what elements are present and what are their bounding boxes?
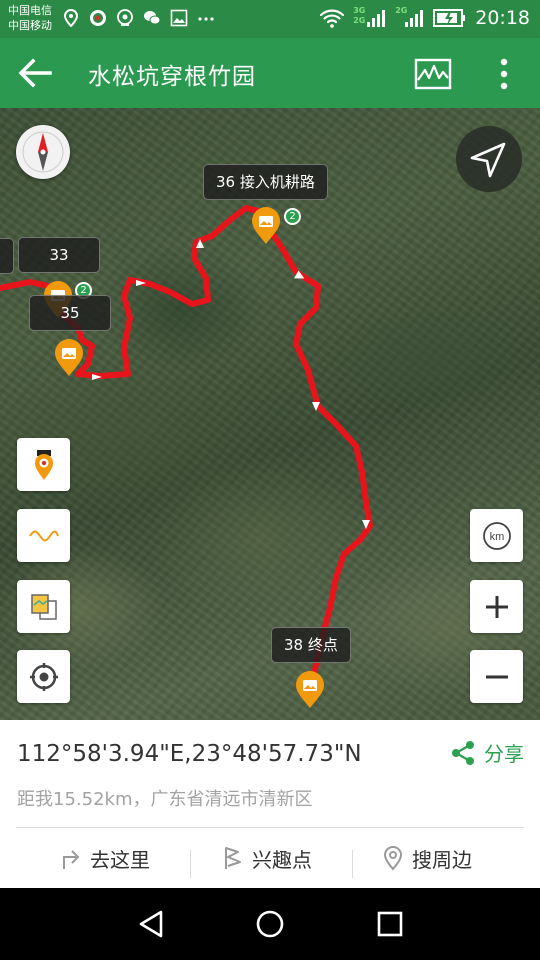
share-label: 分享 [484, 742, 524, 766]
waypoint-marker-button[interactable] [17, 438, 70, 491]
network-label-1b: 2G [353, 16, 366, 25]
carrier-2: 中国移动 [8, 19, 52, 32]
go-here-label: 去这里 [90, 847, 150, 872]
photo-marker-35[interactable] [53, 338, 85, 378]
eye-icon [117, 9, 133, 26]
locate-me-button[interactable] [456, 126, 522, 192]
search-nearby-button[interactable]: 搜周边 [382, 828, 472, 888]
satellite-map[interactable]: 2 2 33 35 36 接入机耕路 38 终点 km [0, 108, 540, 720]
notification-icons [62, 9, 215, 27]
search-nearby-label: 搜周边 [412, 847, 472, 872]
signal-3g-icon: 3G 2G [353, 6, 387, 30]
waypoint-label-35[interactable]: 35 [29, 295, 111, 331]
scale-unit-button[interactable]: km [470, 509, 523, 562]
clock: 20:18 [475, 7, 530, 29]
compass-button[interactable] [16, 125, 70, 179]
minus-icon [485, 675, 508, 678]
nav-back-icon[interactable] [131, 904, 171, 944]
status-bar: 中国电信 中国移动 3G 2G 2G 20:18 [0, 0, 540, 38]
image-icon [170, 9, 188, 27]
wave-line-icon [28, 530, 59, 541]
network-label-1: 3G [353, 6, 366, 15]
map-pin-icon [383, 846, 403, 871]
km-icon: km [482, 521, 511, 550]
waypoint-label-33[interactable]: 33 [18, 237, 100, 273]
navigation-arrow-icon [470, 142, 506, 178]
app-root: 中国电信 中国移动 3G 2G 2G 20:18 水松坑穿根竹园 2 2 33 … [0, 0, 540, 960]
go-here-button[interactable]: 去这里 [60, 828, 150, 888]
marker-pin-icon [34, 449, 53, 480]
coordinates-text: 112°58'3.94"E,23°48'57.73"N [17, 741, 362, 767]
elevation-chart-icon[interactable] [414, 58, 452, 90]
target-icon [29, 662, 58, 691]
location-icon [63, 9, 79, 27]
cluster-badge-2: 2 [284, 208, 301, 225]
photo-marker-36[interactable] [250, 206, 282, 246]
page-title: 水松坑穿根竹园 [88, 64, 256, 90]
action-bar: 去这里 兴趣点 搜周边 [0, 828, 540, 888]
wechat-icon [144, 11, 161, 25]
plus-icon [485, 595, 508, 618]
location-info-panel: 112°58'3.94"E,23°48'57.73"N 分享 距我15.52km… [0, 720, 540, 888]
action-separator [190, 850, 191, 878]
zoom-in-button[interactable] [470, 580, 523, 633]
back-arrow-icon[interactable] [14, 55, 54, 91]
signal-2g-icon: 2G [395, 6, 425, 30]
gps-track-button[interactable] [17, 650, 70, 703]
layers-icon [30, 593, 57, 620]
zoom-out-button[interactable] [470, 650, 523, 703]
poi-label: 兴趣点 [252, 847, 312, 872]
battery-icon [433, 9, 466, 27]
compass-icon [22, 131, 64, 173]
more-notifications-icon [198, 17, 214, 21]
more-menu-icon[interactable] [492, 56, 516, 92]
app-notification-icon [90, 10, 106, 26]
waypoint-label-offscreen [0, 238, 14, 274]
app-bar: 水松坑穿根竹园 [0, 38, 540, 108]
svg-text:km: km [489, 531, 504, 543]
system-indicators: 3G 2G 2G 20:18 [319, 6, 530, 30]
photo-marker-38[interactable] [294, 670, 326, 710]
poi-button[interactable]: 兴趣点 [222, 828, 312, 888]
track-style-button[interactable] [17, 509, 70, 562]
share-icon [452, 740, 474, 765]
waypoint-label-36[interactable]: 36 接入机耕路 [203, 164, 328, 200]
system-nav-bar [0, 888, 540, 960]
nav-recents-icon[interactable] [370, 904, 410, 944]
action-separator [352, 850, 353, 878]
carrier-names: 中国电信 中国移动 [8, 3, 52, 33]
share-button[interactable]: 分享 [450, 738, 524, 767]
distance-address-text: 距我15.52km，广东省清远市清新区 [17, 789, 313, 810]
turn-arrow-icon [63, 850, 80, 869]
nav-home-icon[interactable] [250, 904, 290, 944]
map-layers-button[interactable] [17, 580, 70, 633]
carrier-1: 中国电信 [8, 4, 52, 17]
waypoint-label-38[interactable]: 38 终点 [271, 627, 351, 663]
wifi-icon [320, 9, 345, 28]
poi-flag-icon [225, 847, 241, 869]
